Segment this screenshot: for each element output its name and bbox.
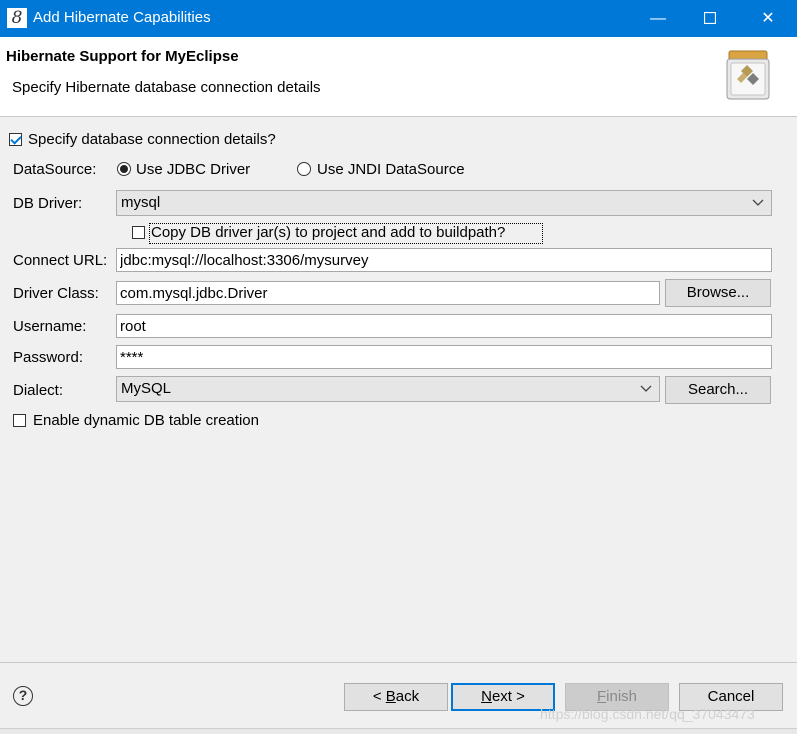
- connect-url-input[interactable]: [116, 248, 772, 272]
- search-dialect-button[interactable]: Search...: [665, 376, 771, 404]
- copy-jar-label[interactable]: Copy DB driver jar(s) to project and add…: [151, 224, 505, 241]
- wizard-body: Specify database connection details? Dat…: [0, 117, 797, 662]
- jndi-datasource-radio-label[interactable]: Use JNDI DataSource: [317, 161, 465, 178]
- username-input[interactable]: [116, 314, 772, 338]
- db-driver-select[interactable]: mysql: [116, 190, 772, 216]
- datasource-label: DataSource:: [13, 161, 97, 178]
- dialect-label: Dialect:: [13, 382, 64, 399]
- wizard-page-title: Hibernate Support for MyEclipse: [6, 48, 239, 65]
- chevron-down-icon: [640, 385, 652, 392]
- jndi-datasource-radio[interactable]: [297, 162, 311, 176]
- connect-url-label: Connect URL:: [13, 252, 108, 269]
- maximize-icon: [703, 11, 717, 25]
- db-driver-label: DB Driver:: [13, 195, 83, 212]
- password-label: Password:: [13, 349, 84, 366]
- username-label: Username:: [13, 318, 87, 335]
- password-input[interactable]: [116, 345, 772, 369]
- window-title: Add Hibernate Capabilities: [33, 9, 211, 26]
- dynamic-table-checkbox[interactable]: [13, 414, 26, 427]
- window-titlebar: 8 Add Hibernate Capabilities — ✕: [0, 0, 797, 37]
- jdbc-driver-radio-label[interactable]: Use JDBC Driver: [136, 161, 250, 178]
- dialect-value: MySQL: [121, 380, 172, 397]
- wizard-header: Hibernate Support for MyEclipse Specify …: [0, 37, 797, 117]
- finish-mnemonic: F: [596, 688, 607, 705]
- specify-connection-checkbox[interactable]: [9, 133, 22, 146]
- myeclipse-app-icon: 8: [7, 8, 27, 28]
- browse-button[interactable]: Browse...: [665, 279, 771, 307]
- back-button[interactable]: < Back: [344, 683, 448, 711]
- dialect-select[interactable]: MySQL: [116, 376, 660, 402]
- chevron-down-icon: [752, 199, 764, 206]
- copy-jar-checkbox[interactable]: [132, 226, 145, 239]
- jdbc-driver-radio[interactable]: [117, 162, 131, 176]
- back-prefix: <: [372, 688, 386, 705]
- back-mnemonic: B: [385, 688, 396, 705]
- dynamic-table-label[interactable]: Enable dynamic DB table creation: [33, 412, 259, 429]
- db-driver-value: mysql: [121, 194, 161, 211]
- next-mnemonic: N: [481, 688, 492, 705]
- footer-separator: [0, 662, 797, 663]
- wizard-page-description: Specify Hibernate database connection de…: [12, 79, 321, 96]
- minimize-button[interactable]: —: [633, 0, 683, 37]
- driver-class-label: Driver Class:: [13, 285, 99, 302]
- maximize-button[interactable]: [685, 0, 735, 37]
- taskbar-strip: [0, 728, 797, 734]
- watermark-text: https://blog.csdn.net/qq_37043473: [540, 706, 755, 722]
- close-button[interactable]: ✕: [743, 0, 793, 37]
- back-rest: ack: [395, 688, 420, 705]
- finish-rest: inish: [606, 688, 638, 705]
- next-rest: ext >: [491, 688, 525, 705]
- specify-connection-label[interactable]: Specify database connection details?: [28, 131, 276, 148]
- hibernate-jar-icon: [726, 50, 770, 100]
- help-icon[interactable]: ?: [13, 686, 33, 706]
- driver-class-input[interactable]: [116, 281, 660, 305]
